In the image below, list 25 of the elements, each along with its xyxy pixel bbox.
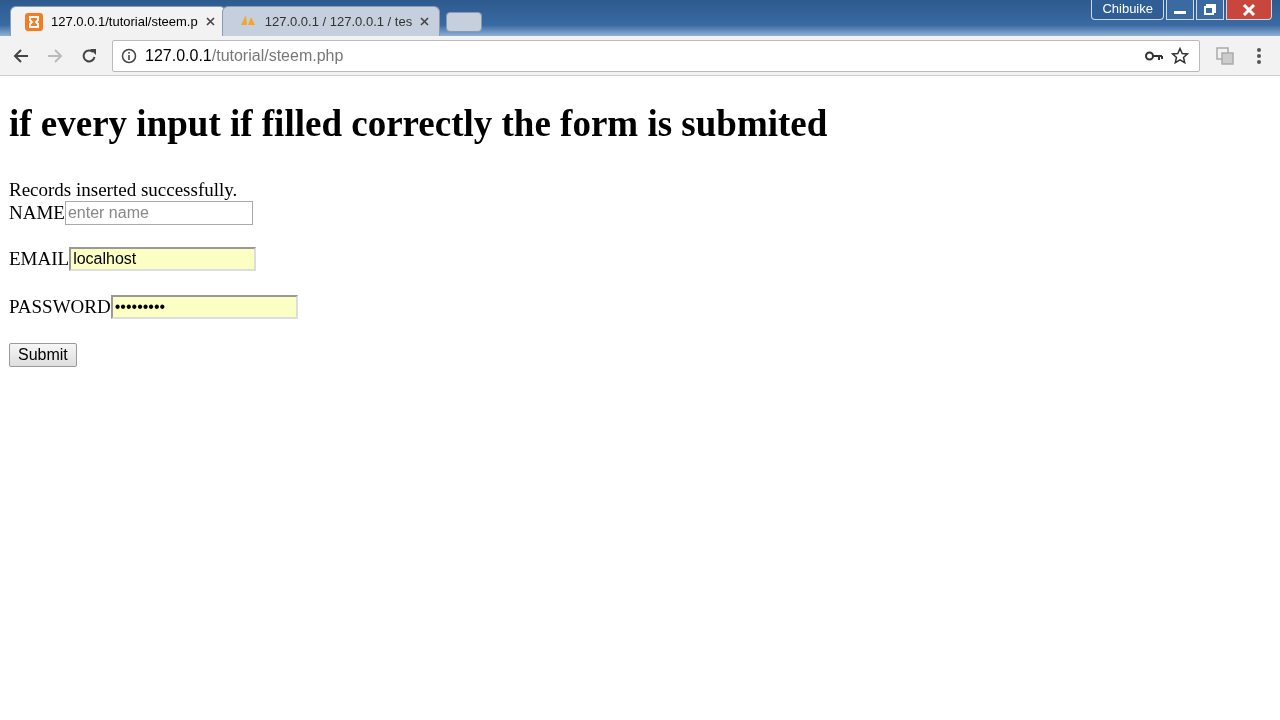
url-text: 127.0.0.1/tutorial/steem.php — [145, 46, 345, 65]
key-icon[interactable] — [1145, 50, 1163, 61]
input-field[interactable]: enter name — [64, 201, 253, 225]
status-message: Records inserted successfully. — [9, 179, 239, 201]
close-tab-icon[interactable] — [420, 17, 430, 26]
menu-icon[interactable] — [1257, 47, 1261, 64]
close-tab-icon[interactable] — [205, 17, 215, 26]
page-heading: if every input if filled correctly the form is submited — [9, 102, 829, 145]
profile-button[interactable]: Chibuike — [1091, 0, 1164, 20]
close-icon[interactable] — [1226, 0, 1272, 20]
field-label: EMAIL — [9, 248, 70, 270]
reload-icon[interactable] — [81, 47, 97, 64]
new-tab-button[interactable] — [446, 12, 483, 32]
info-icon[interactable] — [121, 47, 137, 64]
field-label: NAME — [9, 202, 65, 224]
address-bar[interactable]: 127.0.0.1/tutorial/steem.php — [112, 39, 1200, 72]
field-label: PASSWORD — [9, 296, 111, 318]
minimize-icon[interactable] — [1166, 0, 1194, 20]
submit-button[interactable]: Submit — [9, 343, 77, 367]
restore-icon[interactable] — [1196, 0, 1224, 20]
input-field[interactable]: localhost — [69, 247, 257, 271]
back-icon[interactable] — [13, 47, 29, 64]
star-icon[interactable] — [1171, 46, 1189, 65]
browser-tab[interactable]: 127.0.0.1 / 127.0.0.1 / tes — [221, 6, 441, 36]
input-field[interactable]: ••••••••• — [110, 295, 298, 319]
